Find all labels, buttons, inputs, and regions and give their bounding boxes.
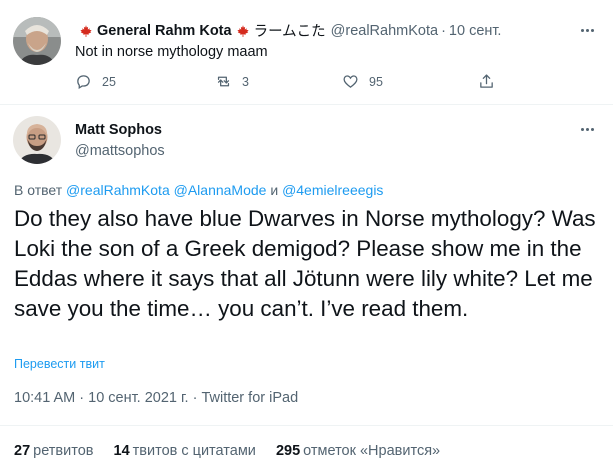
replying-to-line: В ответ @realRahmKota @AlannaMode и @4em… <box>14 182 383 198</box>
retweets-stat[interactable]: 27 ретвитов <box>14 443 93 459</box>
likes-count: 295 <box>275 443 301 459</box>
more-dot-icon <box>590 127 594 131</box>
mention-link[interactable]: @AlannaMode <box>174 182 267 198</box>
reply-display-name-suffix: ラームこた <box>253 24 326 40</box>
engagement-stats: 27 ретвитов 14 твитов с цитатами 295 отмето… <box>14 443 456 459</box>
main-tweet-text: Do they also have blue Dwarves in Norse … <box>14 206 596 321</box>
reply-display-name-text: General Rahm Kota <box>97 22 232 39</box>
avatar-matt-sophos[interactable] <box>13 116 61 164</box>
reply-time[interactable]: 10 сент. <box>449 23 502 39</box>
more-options-button[interactable] <box>577 119 597 139</box>
mention-link[interactable]: @realRahmKota <box>66 182 170 198</box>
retweet-icon <box>217 76 230 87</box>
quotes-stat[interactable]: 14 твитов с цитатами <box>114 443 256 459</box>
maple-leaf-icon <box>236 24 249 37</box>
more-dot-icon <box>580 28 584 32</box>
tweet-timestamp[interactable]: 10:41 AM · 10 сент. 2021 г. · Twitter fo… <box>14 390 298 406</box>
more-options-button[interactable] <box>577 20 597 40</box>
like-count: 95 <box>369 74 383 89</box>
reply-count: 25 <box>102 74 116 89</box>
main-handle[interactable]: @mattsophos <box>75 143 165 159</box>
quotes-count: 14 <box>113 443 130 459</box>
likes-label: отметок «Нравится» <box>303 443 441 459</box>
avatar-general-rahm-kota[interactable] <box>13 17 61 65</box>
separator-dot: · <box>441 22 446 39</box>
like-button[interactable]: 95 <box>342 73 383 90</box>
reply-tweet-text: Not in norse mythology maam <box>75 44 268 60</box>
mention-link[interactable]: @4emielreeegis <box>282 182 383 198</box>
more-dot-icon <box>585 28 589 32</box>
divider <box>0 104 613 105</box>
reply-button[interactable]: 25 <box>75 73 116 90</box>
more-dot-icon <box>590 28 594 32</box>
reply-handle[interactable]: @realRahmKota <box>331 23 438 39</box>
quotes-label: твитов с цитатами <box>132 443 256 459</box>
retweets-count: 27 <box>14 443 31 459</box>
share-button[interactable] <box>478 73 495 90</box>
replying-prefix: В ответ <box>14 182 63 198</box>
reply-display-name[interactable]: General Rahm Kota ラームこた <box>75 20 326 41</box>
share-icon <box>480 74 493 88</box>
likes-stat[interactable]: 295 отметок «Нравится» <box>276 443 440 459</box>
retweet-count: 3 <box>242 74 249 89</box>
retweets-label: ретвитов <box>33 443 94 459</box>
mention-conjunction: и <box>270 182 279 198</box>
translate-tweet-link[interactable]: Перевести твит <box>14 357 105 371</box>
comment-icon <box>77 75 90 90</box>
heart-icon <box>343 75 358 88</box>
divider <box>0 425 613 426</box>
reply-action-bar: 25 3 95 <box>75 73 505 95</box>
more-dot-icon <box>580 127 584 131</box>
maple-leaf-icon <box>80 24 92 37</box>
main-display-name[interactable]: Matt Sophos <box>75 122 162 138</box>
retweet-button[interactable]: 3 <box>215 73 249 90</box>
more-dot-icon <box>585 127 589 131</box>
reply-header: General Rahm Kota ラームこた @realRahmKota · … <box>75 20 501 41</box>
